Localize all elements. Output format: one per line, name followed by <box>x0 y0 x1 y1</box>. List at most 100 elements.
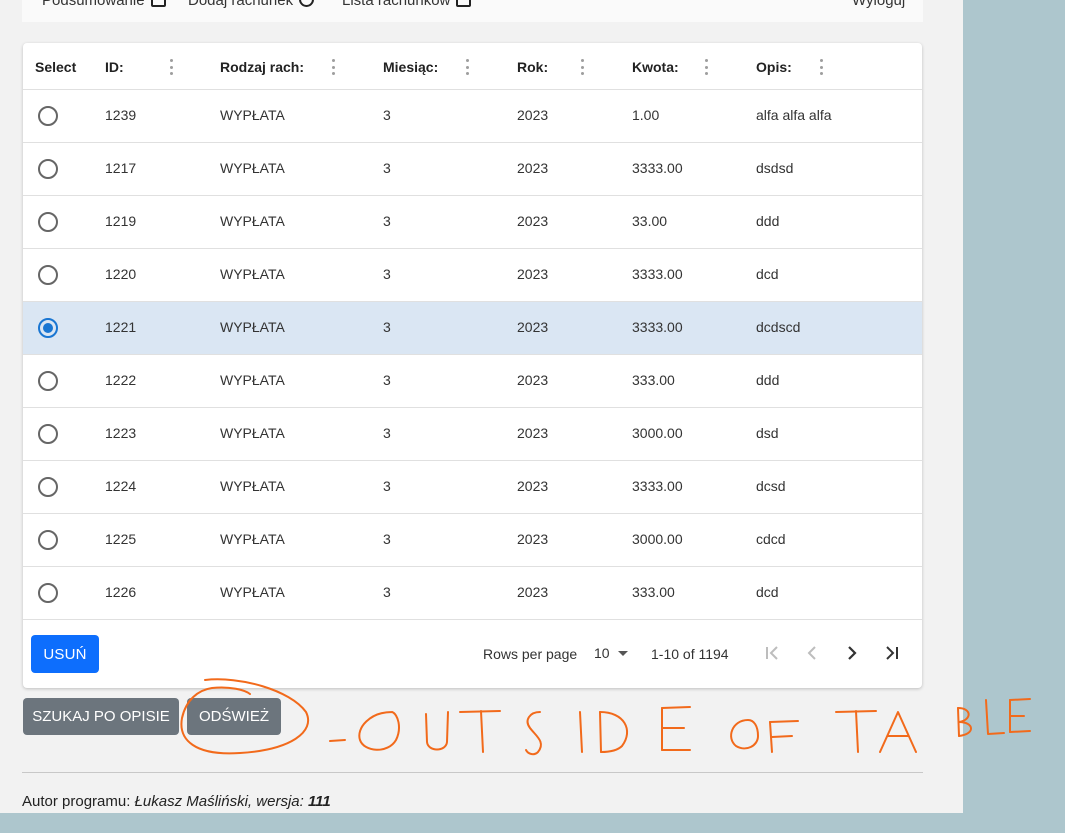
cell-amount: 333.00 <box>632 584 675 600</box>
column-menu-icon[interactable] <box>704 59 708 75</box>
table-row[interactable]: 1224 WYPŁATA 3 2023 3333.00 dcsd <box>23 461 922 514</box>
cell-desc: ddd <box>756 372 780 388</box>
column-menu-icon[interactable] <box>819 59 823 75</box>
cell-desc: dcd <box>756 584 779 600</box>
header-year[interactable]: Rok: <box>517 59 548 75</box>
delete-button[interactable]: USUŃ <box>31 635 99 673</box>
row-select-radio[interactable] <box>38 106 58 126</box>
nav-add-bill[interactable]: Dodaj rachunek <box>188 0 315 9</box>
cell-year: 2023 <box>517 107 549 123</box>
header-select: Select <box>35 59 77 75</box>
author-version: 111 <box>307 793 331 810</box>
cell-month: 3 <box>383 478 391 494</box>
column-menu-icon[interactable] <box>331 59 335 75</box>
table-footer: USUŃ Rows per page 10 1-10 of 1194 <box>23 620 922 688</box>
cell-month: 3 <box>383 107 391 123</box>
cell-amount: 3333.00 <box>632 319 683 335</box>
table-row[interactable]: 1221 WYPŁATA 3 2023 3333.00 dcdscd <box>23 302 922 355</box>
cell-id: 1239 <box>105 107 137 123</box>
header-type[interactable]: Rodzaj rach: <box>220 59 304 75</box>
row-select-radio[interactable] <box>38 424 58 444</box>
cell-type: WYPŁATA <box>220 584 285 600</box>
table-row[interactable]: 1217 WYPŁATA 3 2023 3333.00 dsdsd <box>23 143 922 196</box>
header-month[interactable]: Miesiąc: <box>383 59 438 75</box>
previous-page-icon[interactable] <box>800 641 824 665</box>
page: Podsumowanie Dodaj rachunek Lista rachun… <box>0 0 963 813</box>
cell-year: 2023 <box>517 266 549 282</box>
plus-circle-icon <box>299 0 315 7</box>
cell-desc: dcd <box>756 266 779 282</box>
column-menu-icon[interactable] <box>580 59 584 75</box>
cell-year: 2023 <box>517 213 549 229</box>
list-icon <box>456 0 472 7</box>
cell-amount: 333.00 <box>632 372 675 388</box>
cell-desc: alfa alfa alfa <box>756 107 832 123</box>
divider <box>22 772 923 773</box>
logout-link[interactable]: Wyloguj <box>852 0 905 9</box>
cell-type: WYPŁATA <box>220 319 285 335</box>
row-select-radio[interactable] <box>38 583 58 603</box>
cell-id: 1217 <box>105 160 137 176</box>
cell-desc: dcsd <box>756 478 786 494</box>
cell-year: 2023 <box>517 531 549 547</box>
nav-bill-list[interactable]: Lista rachunków <box>342 0 472 9</box>
cell-year: 2023 <box>517 425 549 441</box>
cell-type: WYPŁATA <box>220 213 285 229</box>
author-info: Autor programu: Łukasz Maśliński, wersja… <box>22 793 331 810</box>
last-page-icon[interactable] <box>880 641 904 665</box>
row-select-radio[interactable] <box>38 371 58 391</box>
row-select-radio[interactable] <box>38 265 58 285</box>
first-page-icon[interactable] <box>760 641 784 665</box>
cell-id: 1223 <box>105 425 137 441</box>
cell-type: WYPŁATA <box>220 425 285 441</box>
cell-month: 3 <box>383 266 391 282</box>
cell-amount: 1.00 <box>632 107 660 123</box>
next-page-icon[interactable] <box>840 641 864 665</box>
cell-month: 3 <box>383 213 391 229</box>
table-row[interactable]: 1225 WYPŁATA 3 2023 3000.00 cdcd <box>23 514 922 567</box>
bills-table: Select ID: Rodzaj rach: Miesiąc: Rok: Kw… <box>23 43 922 688</box>
header-id[interactable]: ID: <box>105 59 124 75</box>
row-select-radio[interactable] <box>38 212 58 232</box>
row-select-radio[interactable] <box>38 159 58 179</box>
cell-type: WYPŁATA <box>220 266 285 282</box>
cell-month: 3 <box>383 531 391 547</box>
table-row[interactable]: 1226 WYPŁATA 3 2023 333.00 dcd <box>23 567 922 620</box>
cell-month: 3 <box>383 425 391 441</box>
cell-month: 3 <box>383 160 391 176</box>
cell-id: 1221 <box>105 319 137 335</box>
column-menu-icon[interactable] <box>465 59 469 75</box>
cell-type: WYPŁATA <box>220 372 285 388</box>
nav-summary[interactable]: Podsumowanie <box>42 0 166 9</box>
cell-type: WYPŁATA <box>220 478 285 494</box>
table-row[interactable]: 1239 WYPŁATA 3 2023 1.00 alfa alfa alfa <box>23 90 922 143</box>
rows-per-page-select[interactable]: 10 <box>594 645 628 661</box>
cell-desc: ddd <box>756 213 780 229</box>
cell-amount: 3333.00 <box>632 266 683 282</box>
nav-bill-list-label: Lista rachunków <box>342 0 451 9</box>
table-row[interactable]: 1220 WYPŁATA 3 2023 3333.00 dcd <box>23 249 922 302</box>
search-by-description-button[interactable]: SZUKAJ PO OPISIE <box>23 698 179 735</box>
column-menu-icon[interactable] <box>169 59 173 75</box>
cell-desc: dsdsd <box>756 160 794 176</box>
cell-id: 1226 <box>105 584 137 600</box>
author-name: Łukasz Maśliński, wersja: <box>134 793 304 810</box>
table-row[interactable]: 1223 WYPŁATA 3 2023 3000.00 dsd <box>23 408 922 461</box>
rows-per-page-label: Rows per page <box>483 646 578 662</box>
table-row[interactable]: 1222 WYPŁATA 3 2023 333.00 ddd <box>23 355 922 408</box>
row-select-radio[interactable] <box>38 477 58 497</box>
refresh-button[interactable]: ODŚWIEŻ <box>187 698 281 735</box>
row-select-radio[interactable] <box>38 530 58 550</box>
nav-summary-label: Podsumowanie <box>42 0 145 9</box>
cell-amount: 3000.00 <box>632 531 683 547</box>
header-description[interactable]: Opis: <box>756 59 792 75</box>
row-select-radio[interactable] <box>38 318 58 338</box>
cell-id: 1224 <box>105 478 137 494</box>
table-row[interactable]: 1219 WYPŁATA 3 2023 33.00 ddd <box>23 196 922 249</box>
cell-id: 1222 <box>105 372 137 388</box>
cell-type: WYPŁATA <box>220 160 285 176</box>
cell-desc: dcdscd <box>756 319 801 335</box>
cell-type: WYPŁATA <box>220 531 285 547</box>
navbar: Podsumowanie Dodaj rachunek Lista rachun… <box>22 0 923 22</box>
header-amount[interactable]: Kwota: <box>632 59 679 75</box>
